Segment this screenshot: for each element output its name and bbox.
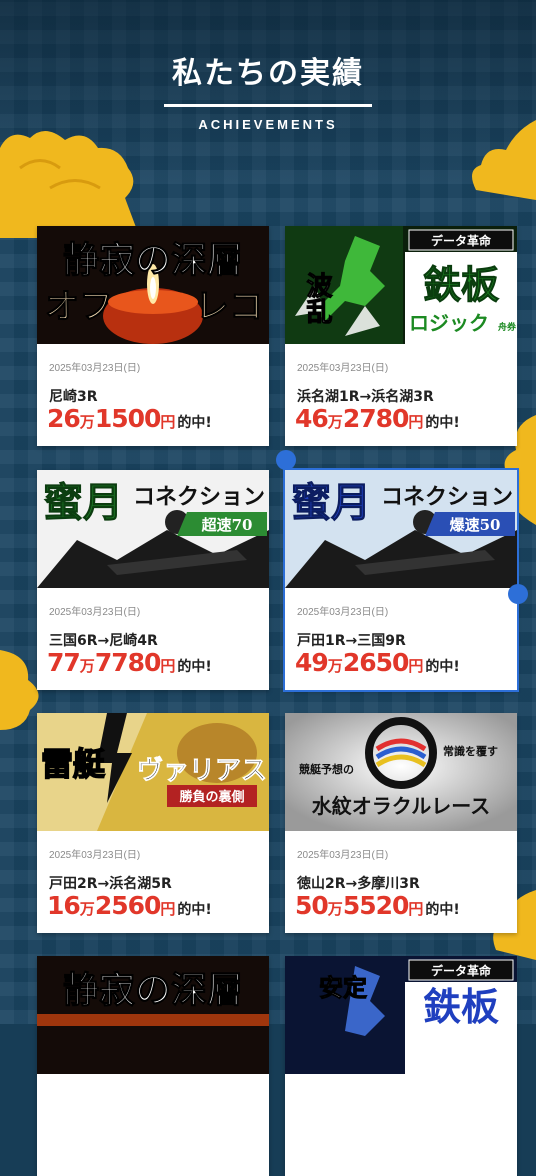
banner-badge: 爆速50 — [450, 516, 501, 534]
card-payout: 26万1500円 的中! — [47, 404, 212, 433]
card-payout: 77万7780円 的中! — [47, 648, 212, 677]
banner-left: 雷艇 — [41, 745, 105, 783]
banner-left-text: 波乱 — [302, 272, 332, 324]
card-race: 戸田2R→浜名湖5R — [49, 876, 172, 892]
banner-image: 静寂の深層 オフ レコ — [37, 226, 269, 344]
card-payout: 46万2780円 的中! — [295, 404, 460, 433]
achievement-card[interactable]: 競艇予想の 常識を覆す 水紋オラクルレース 2025年03月23日(日) 徳山2… — [285, 713, 517, 933]
achievement-card[interactable]: 蜜月 コネクション 爆速50 2025年03月23日(日) 戸田1R→三国9R … — [283, 468, 519, 692]
achievement-card[interactable]: 安定 データ革命 鉄板 — [285, 956, 517, 1176]
banner-main: 水紋オラクルレース — [312, 794, 490, 818]
card-payout: 50万5520円 的中! — [295, 891, 460, 920]
banner-image: 蜜月 コネクション 超速70 — [37, 470, 269, 588]
banner-top-left: 競艇予想の — [299, 762, 354, 776]
banner-top-right: 常識を覆す — [443, 744, 498, 758]
banner-main: 鉄板 — [423, 263, 499, 307]
banner-image: 安定 データ革命 鉄板 — [285, 956, 517, 1074]
banner-sub: ロジック — [409, 311, 489, 335]
banner-badge: 超速70 — [201, 516, 253, 534]
achievement-card[interactable]: 蜜月 コネクション 超速70 2025年03月23日(日) 三国6R→尼崎4R … — [37, 470, 269, 690]
banner-image: 雷艇 ヴァリアス 勝負の裏側 — [37, 713, 269, 831]
banner-image: 競艇予想の 常識を覆す 水紋オラクルレース — [285, 713, 517, 831]
card-date: 2025年03月23日(日) — [297, 850, 389, 861]
section-subtitle: ACHIEVEMENTS — [198, 117, 338, 132]
card-payout: 49万2650円 的中! — [295, 648, 460, 677]
banner-tag: データ革命 — [431, 963, 492, 978]
card-race: 徳山2R→多摩川3R — [297, 876, 420, 892]
achievement-card[interactable]: 静寂の深層 オフ レコ 2025年03月23日(日) 尼崎3R 26万1500円… — [37, 226, 269, 446]
card-date: 2025年03月23日(日) — [49, 607, 141, 618]
card-payout: 16万2560円 的中! — [47, 891, 212, 920]
selection-handle[interactable] — [508, 584, 528, 604]
banner-main: 蜜月 — [291, 479, 371, 526]
card-date: 2025年03月23日(日) — [297, 363, 389, 374]
title-underline — [164, 104, 372, 107]
banner-main: 蜜月 — [43, 479, 123, 526]
gold-cloud-decoration — [472, 120, 536, 200]
card-race: 戸田1R→三国9R — [297, 633, 406, 649]
banner-small: 舟券 — [498, 321, 517, 333]
banner-sub: 勝負の裏側 — [179, 789, 244, 805]
achievement-card[interactable]: 波乱 データ革命 鉄板 ロジック 舟券 2025年03月23日(日) 浜名湖1R… — [285, 226, 517, 446]
banner-image: 静寂の深層 — [37, 956, 269, 1074]
banner-line1: 静寂の深層 — [63, 239, 243, 281]
banner-line1: 静寂の深層 — [63, 969, 243, 1011]
card-date: 2025年03月23日(日) — [49, 363, 141, 374]
banner-kana: コネクション — [133, 485, 265, 510]
achievement-card[interactable]: 静寂の深層 — [37, 956, 269, 1176]
banner-image: 蜜月 コネクション 爆速50 — [285, 470, 517, 588]
selection-handle[interactable] — [276, 450, 296, 470]
card-race: 浜名湖1R→浜名湖3R — [297, 389, 434, 405]
banner-image: 波乱 データ革命 鉄板 ロジック 舟券 — [285, 226, 517, 344]
card-race: 三国6R→尼崎4R — [49, 633, 158, 649]
banner-left-text: 安定 — [319, 974, 367, 1002]
banner-tag: データ革命 — [431, 233, 492, 248]
banner-line2: オフ — [45, 287, 113, 327]
achievement-card[interactable]: 雷艇 ヴァリアス 勝負の裏側 2025年03月23日(日) 戸田2R→浜名湖5R… — [37, 713, 269, 933]
card-date: 2025年03月23日(日) — [297, 607, 389, 618]
banner-kana: コネクション — [381, 485, 513, 510]
banner-line3: レコ — [195, 287, 263, 327]
banner-right: ヴァリアス — [137, 755, 267, 786]
card-race: 尼崎3R — [49, 389, 98, 405]
gold-cloud-decoration — [0, 130, 140, 238]
section-header: 私たちの実績 ACHIEVEMENTS — [0, 48, 536, 132]
card-date: 2025年03月23日(日) — [49, 850, 141, 861]
banner-main: 鉄板 — [423, 985, 499, 1029]
section-title: 私たちの実績 — [172, 56, 364, 91]
